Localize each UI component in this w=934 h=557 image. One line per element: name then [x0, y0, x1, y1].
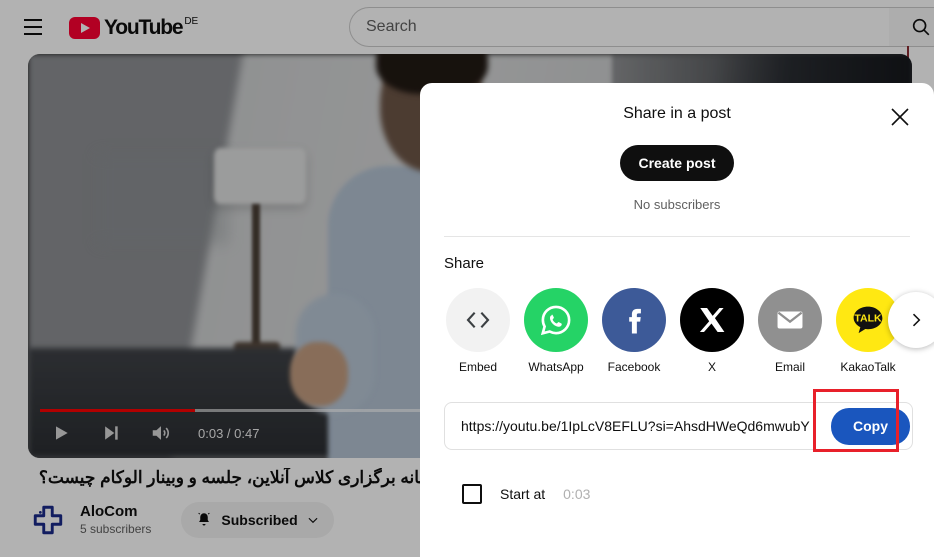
start-at-label: Start at: [500, 486, 546, 502]
youtube-share-screen: YouTube DE Search 0:03 / 0:47 سامانه برگ…: [0, 0, 934, 557]
svg-text:TALK: TALK: [854, 312, 882, 324]
share-dialog: Share in a post Create post No subscribe…: [420, 83, 934, 557]
whatsapp-icon: [540, 305, 571, 336]
x-circle: [680, 288, 744, 352]
create-post-button[interactable]: Create post: [620, 145, 734, 181]
start-at-row: Start at 0:03: [462, 484, 934, 504]
share-link-row: https://youtu.be/1IpLcV8EFLU?si=AhsdHWeQ…: [444, 388, 913, 452]
facebook-circle: [602, 288, 666, 352]
embed-circle: [446, 288, 510, 352]
close-button[interactable]: [880, 97, 920, 137]
share-target-x[interactable]: X: [680, 288, 744, 374]
no-subscribers-text: No subscribers: [633, 197, 721, 212]
share-target-label: Embed: [458, 360, 498, 374]
email-icon: [777, 311, 803, 329]
share-target-label: WhatsApp: [528, 360, 584, 374]
start-at-checkbox[interactable]: [462, 484, 482, 504]
dialog-title: Share in a post: [623, 105, 731, 122]
chevron-right-icon: [912, 313, 921, 327]
share-target-email[interactable]: Email: [758, 288, 822, 374]
share-target-label: Facebook: [607, 360, 661, 374]
share-target-label: KakaoTalk: [840, 360, 896, 374]
embed-icon: [466, 311, 490, 329]
dialog-divider: [444, 236, 910, 237]
share-target-whatsapp[interactable]: WhatsApp: [524, 288, 588, 374]
share-target-label: X: [707, 360, 716, 374]
share-target-facebook[interactable]: Facebook: [602, 288, 666, 374]
share-target-embed[interactable]: Embed: [446, 288, 510, 374]
share-target-label: Email: [774, 360, 805, 374]
whatsapp-circle: [524, 288, 588, 352]
close-icon: [891, 108, 909, 126]
start-at-time[interactable]: 0:03: [563, 486, 590, 502]
share-section-label: Share: [444, 255, 485, 272]
email-circle: [758, 288, 822, 352]
share-targets: Embed WhatsApp Facebook X Email TALK Kak…: [446, 288, 934, 374]
copy-button[interactable]: Copy: [831, 407, 910, 445]
copy-button-wrapper: Copy: [813, 388, 910, 452]
kakaotalk-icon: TALK: [853, 306, 883, 334]
share-link-text: https://youtu.be/1IpLcV8EFLU?si=AhsdHWeQ…: [461, 418, 810, 434]
facebook-icon: [629, 308, 641, 334]
x-icon: [699, 308, 725, 332]
